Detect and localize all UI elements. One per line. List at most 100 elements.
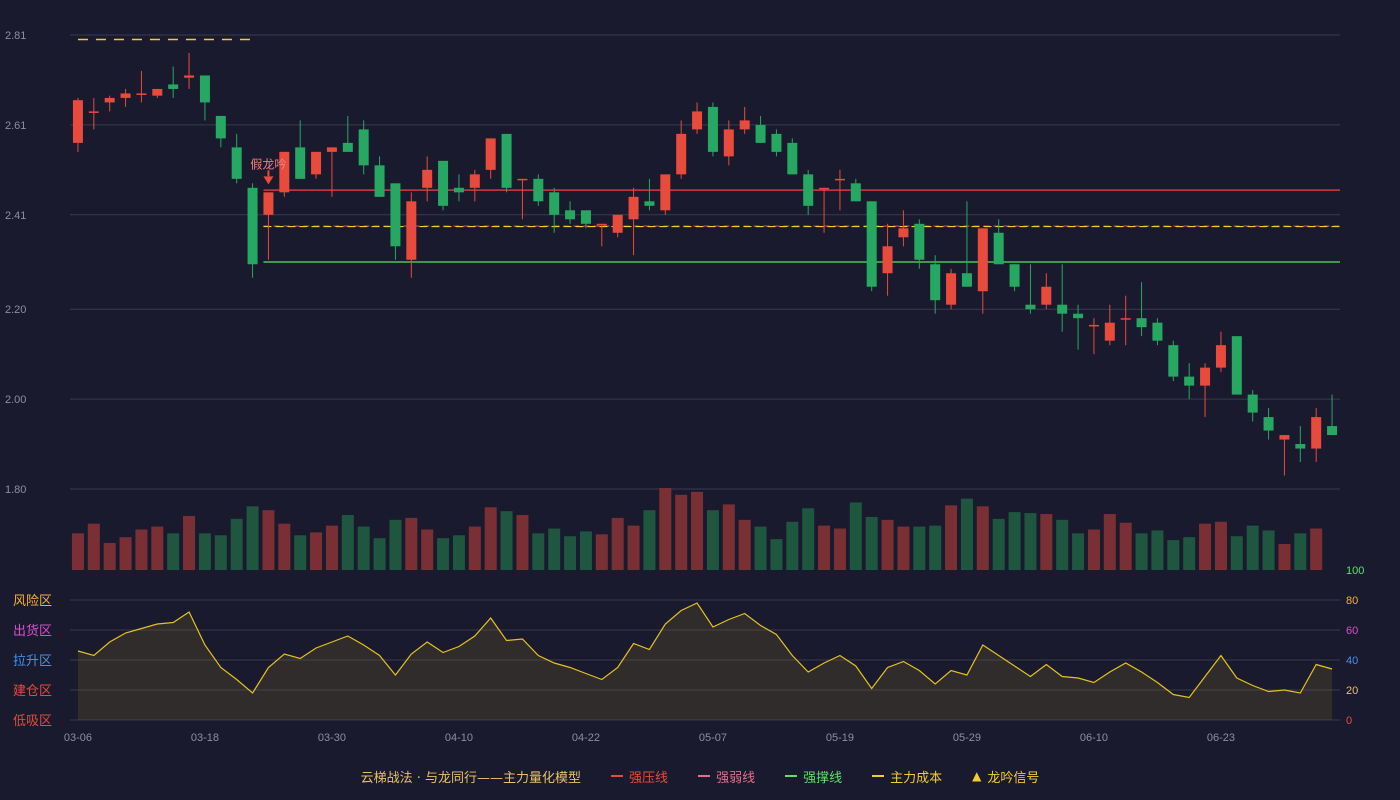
candle-body — [374, 165, 385, 197]
volume-bar — [706, 510, 719, 570]
candle-body — [406, 201, 417, 260]
oscillator-zone-label: 风险区 — [13, 594, 52, 609]
triangle-up-icon: ▲ — [972, 769, 982, 783]
legend-title: 云梯战法 · 与龙同行——主力量化模型 — [361, 767, 581, 786]
candle-body — [326, 147, 337, 152]
candle-body — [739, 120, 750, 130]
volume-bar — [437, 538, 450, 570]
x-tick-label: 03-30 — [318, 732, 346, 744]
candle-body — [628, 196, 639, 220]
volume-bar — [881, 519, 894, 570]
price-tick-label: 2.20 — [5, 304, 26, 316]
volume-bar — [595, 534, 608, 570]
candle-body — [787, 142, 798, 175]
x-tick-label: 06-23 — [1207, 732, 1235, 744]
candle-body — [295, 147, 306, 179]
candle-body — [723, 129, 734, 157]
volume-bar — [818, 525, 831, 570]
candle-body — [1025, 304, 1036, 310]
candle-body — [1088, 324, 1099, 327]
signal-label: 假龙吟 — [250, 156, 286, 171]
candle-body — [120, 93, 131, 98]
volume-bar — [516, 515, 529, 570]
volume-bar — [278, 523, 291, 570]
candle-body — [1104, 322, 1115, 341]
volume-bar — [1230, 536, 1243, 570]
candle-body — [469, 174, 480, 188]
candle-body — [898, 228, 909, 238]
candle-body — [104, 97, 115, 103]
volume-bar — [183, 515, 196, 570]
volume-bar — [691, 491, 704, 570]
candle-body — [1009, 264, 1020, 287]
oscillator-tick-label: 60 — [1346, 625, 1358, 637]
candle-body — [1215, 345, 1226, 368]
candle-body — [644, 201, 655, 206]
candle-body — [1057, 304, 1068, 314]
candle-body — [136, 93, 147, 95]
candle-body — [199, 75, 210, 103]
x-tick-label: 05-19 — [826, 732, 854, 744]
candle-body — [866, 201, 877, 287]
legend-item-cost[interactable]: 主力成本 — [872, 767, 942, 786]
price-chart-svg[interactable]: 2.81 2.61 2.41 2.20 2.00 1.80 100 80 60 40 20 0 风险区出… — [0, 0, 1400, 760]
candle-body — [1152, 322, 1163, 341]
volume-bar — [627, 525, 640, 570]
volume-bar — [1183, 537, 1196, 570]
candle-body — [1247, 394, 1258, 413]
legend-label-signal: 龙吟信号 — [987, 770, 1040, 786]
volume-bar — [71, 533, 84, 570]
candle-body — [311, 151, 322, 175]
volume-bar — [960, 498, 973, 570]
candle-body — [1295, 444, 1306, 449]
chart-stage: 2.81 2.61 2.41 2.20 2.00 1.80 100 80 60 40 20 0 风险区出… — [0, 0, 1400, 800]
legend-item-support[interactable]: 强撑线 — [785, 767, 842, 786]
candle-body — [453, 187, 464, 193]
volume-bar — [1103, 514, 1116, 570]
candle-body — [1263, 417, 1274, 431]
legend-label-resistance: 强压线 — [629, 770, 669, 786]
price-tick-label: 2.00 — [5, 394, 26, 406]
candle-body — [660, 174, 671, 211]
candle-body — [993, 232, 1004, 265]
legend-item-resistance[interactable]: 强压线 — [611, 767, 668, 786]
candle-body — [930, 264, 941, 301]
candle-body — [342, 142, 353, 152]
candle-body — [263, 192, 274, 215]
oscillator-zone-label: 低吸区 — [13, 714, 52, 729]
candle-body — [565, 210, 576, 220]
volume-bar — [643, 510, 656, 570]
candle-body — [596, 223, 607, 226]
volume-bar — [659, 488, 672, 570]
volume-bar — [1072, 533, 1085, 570]
oscillator-zone-label: 建仓区 — [13, 684, 52, 699]
volume-bar — [865, 516, 878, 570]
candle-body — [438, 160, 449, 206]
legend-item-weak[interactable]: 强弱线 — [698, 767, 755, 786]
candle-body — [247, 187, 258, 265]
volume-bar — [405, 517, 418, 570]
volume-bar — [1294, 533, 1307, 570]
oscillator-tick-label: 40 — [1346, 655, 1358, 667]
solid-line-icon — [785, 775, 798, 777]
volume-bar — [945, 505, 958, 570]
candle-body — [1200, 367, 1211, 386]
legend-title-text: 云梯战法 · 与龙同行——主力量化模型 — [360, 770, 582, 786]
candle-body — [1120, 318, 1131, 320]
candle-body — [1327, 426, 1338, 436]
candle-body — [168, 84, 179, 89]
volume-bar — [230, 518, 243, 570]
volume-bar — [1262, 530, 1275, 570]
volume-bar — [849, 502, 862, 570]
legend-item-signal[interactable]: ▲ 龙吟信号 — [972, 767, 1039, 786]
candle-body — [231, 147, 242, 179]
volume-bar — [1214, 521, 1227, 570]
candle-body — [946, 273, 957, 305]
volume-bar — [468, 526, 481, 570]
volume-bar — [103, 542, 116, 570]
volume-bar — [500, 511, 513, 570]
legend-label-cost: 主力成本 — [890, 770, 943, 786]
price-tick-label: 2.61 — [5, 120, 26, 132]
volume-bar — [738, 519, 751, 570]
volume-bar — [87, 523, 100, 570]
